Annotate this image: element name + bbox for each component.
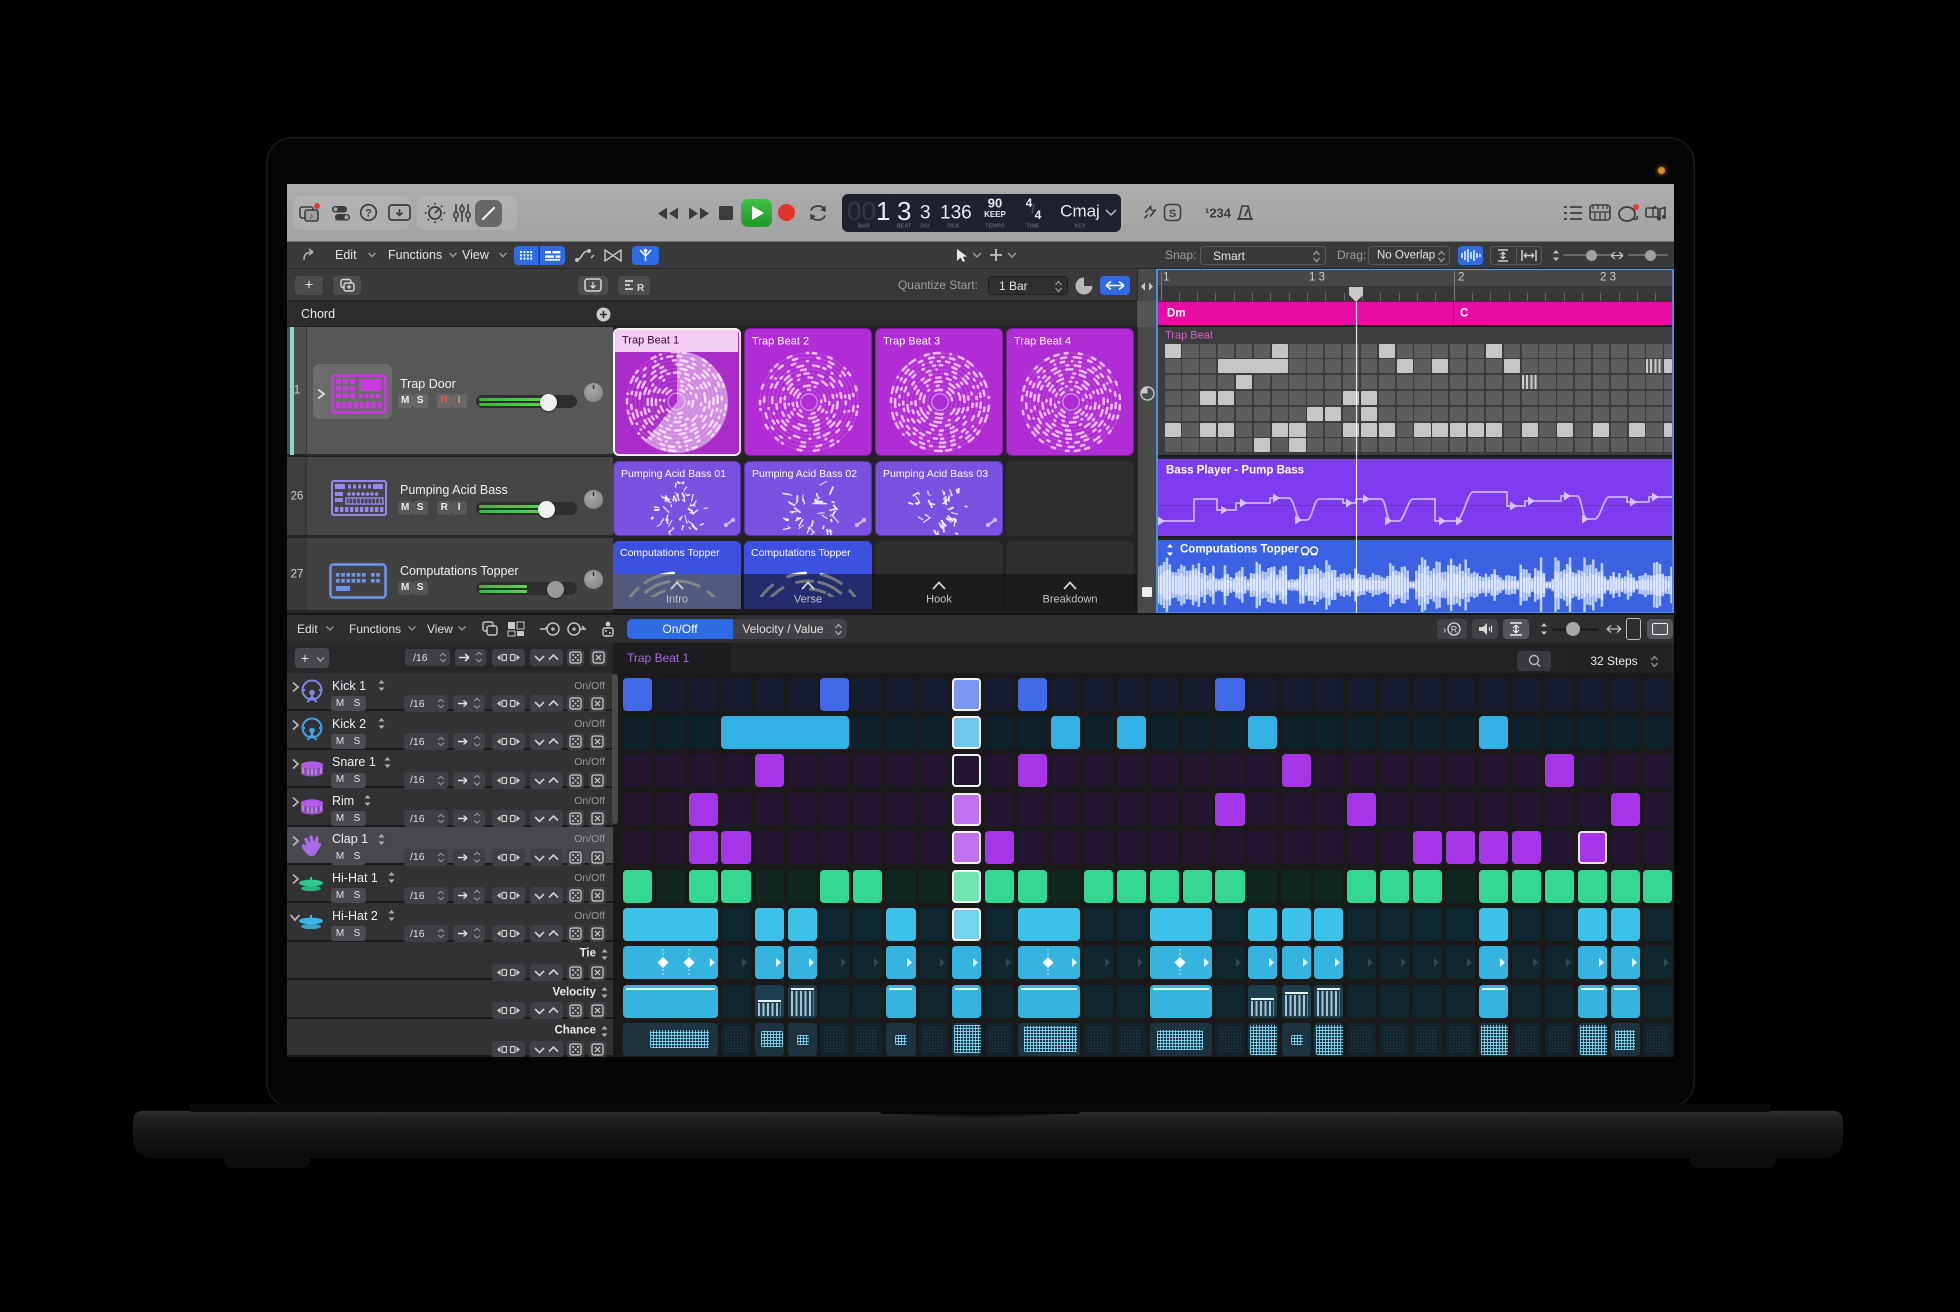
svg-text:›: › xyxy=(1443,625,1446,636)
svg-text:R: R xyxy=(637,283,645,294)
svg-text:R: R xyxy=(1451,625,1458,635)
svg-text:S: S xyxy=(1169,208,1176,220)
svg-text:♪: ♪ xyxy=(309,211,314,221)
svg-text:?: ? xyxy=(365,208,372,220)
